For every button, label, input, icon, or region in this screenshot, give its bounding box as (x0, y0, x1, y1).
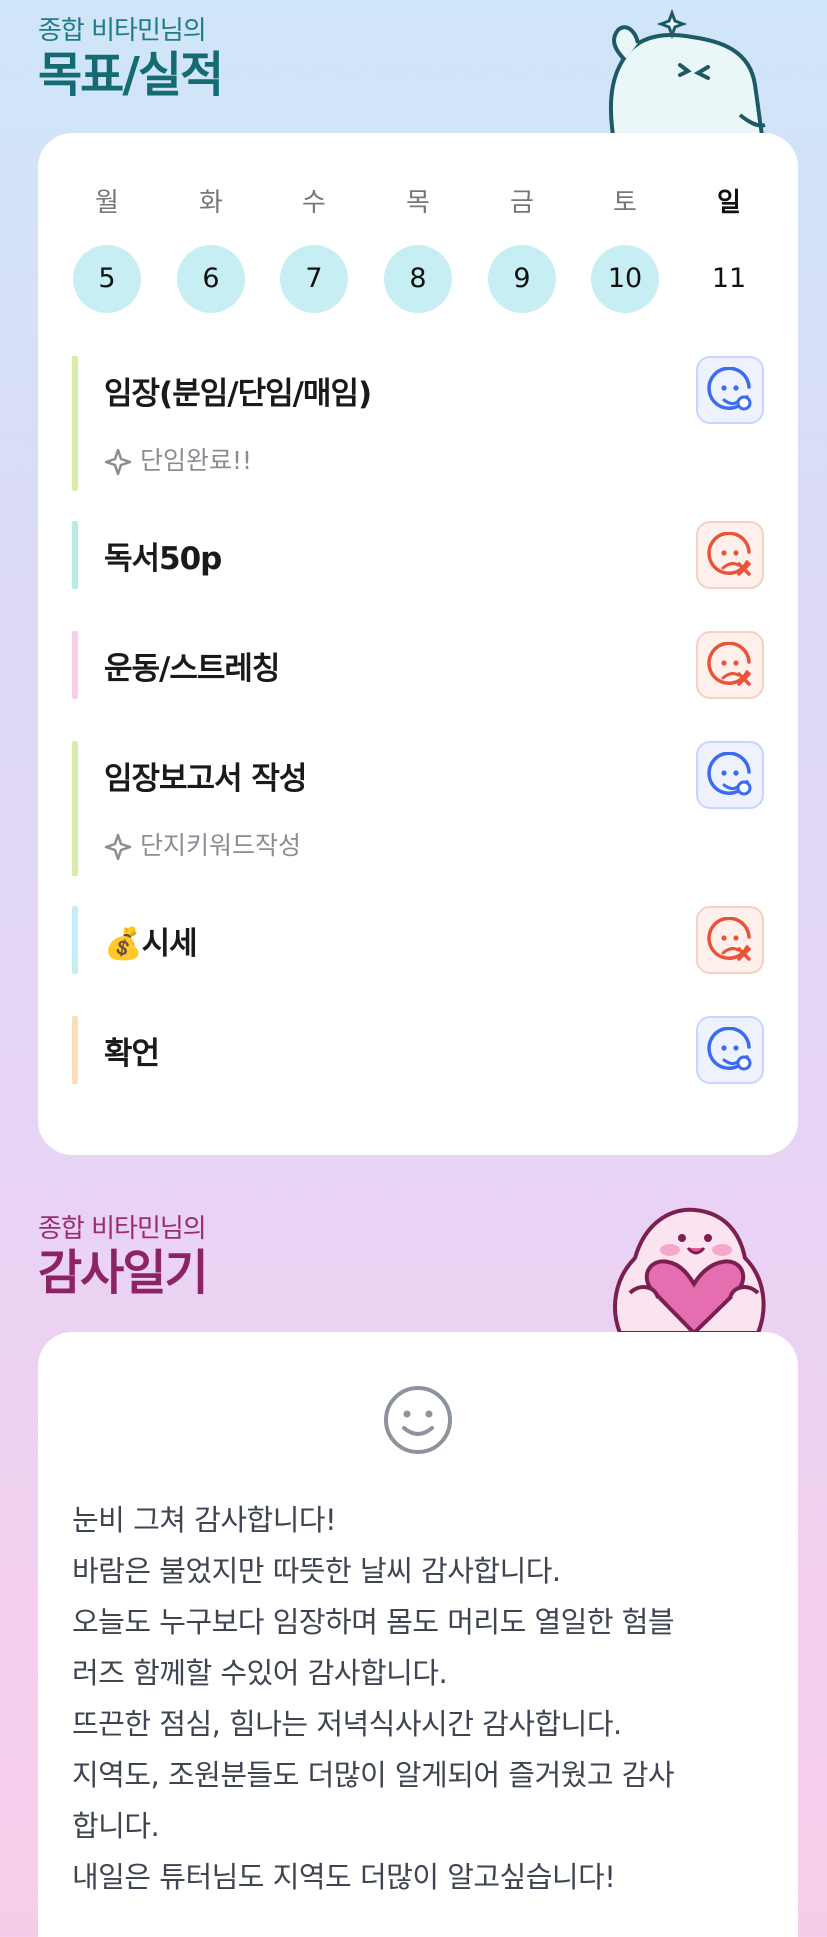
goal-title: 임장보고서 작성 (104, 761, 307, 797)
gratitude-line: 오늘도 누구보다 임장하며 몸도 머리도 열일한 험블 (72, 1605, 675, 1639)
goal-note: 단지키워드작성 (104, 826, 301, 862)
gratitude-header: 종합 비타민님의 감사일기 (38, 1208, 209, 1301)
smile-face-icon (707, 367, 752, 411)
gratitude-line: 내일은 튜터님도 지역도 더많이 알고싶습니다! (72, 1860, 616, 1894)
goal-title: 확언 (104, 1036, 160, 1072)
gratitude-line: 러즈 함께할 수있어 감사합니다. (72, 1656, 448, 1690)
goal-status-button[interactable] (696, 521, 764, 589)
day-8[interactable]: 목8 (383, 183, 453, 313)
goal-title: 임장(분임/단임/매임) (104, 376, 372, 412)
goals-subtitle: 종합 비타민님의 (38, 16, 207, 46)
goal-color-bar (72, 521, 78, 589)
goal-color-bar (72, 631, 78, 699)
day-label: 일 (717, 188, 741, 218)
goal-row[interactable]: 독서50p (72, 521, 764, 589)
gratitude-line: 눈비 그쳐 감사합니다! (72, 1503, 337, 1537)
day-10[interactable]: 토 10 (590, 183, 660, 313)
gratitude-line: 바람은 불었지만 따뜻한 날씨 감사합니다. (72, 1554, 561, 1588)
goal-status-button[interactable] (696, 741, 764, 809)
day-5[interactable]: 월5 (72, 183, 142, 313)
day-label: 토 (613, 188, 637, 218)
goal-color-bar (72, 1016, 78, 1084)
goal-row[interactable]: 확언 (72, 1016, 764, 1084)
goal-row[interactable]: 운동/스트레칭 (72, 631, 764, 699)
day-9[interactable]: 금9 (487, 183, 557, 313)
day-number: 5 (73, 245, 141, 313)
day-number: 7 (280, 245, 348, 313)
day-number: 9 (488, 245, 556, 313)
goal-note-text: 단지키워드작성 (140, 831, 302, 860)
day-label: 화 (199, 188, 223, 218)
sad-face-icon (707, 642, 751, 686)
sad-face-icon (707, 917, 751, 961)
smile-face-icon (707, 752, 752, 796)
day-label: 목 (406, 188, 430, 218)
goal-row[interactable]: 💰시세 (72, 906, 764, 974)
day-6[interactable]: 화6 (176, 183, 246, 313)
goal-note: 단임완료!! (104, 441, 252, 477)
gratitude-title: 감사일기 (38, 1245, 209, 1301)
day-number: 6 (177, 245, 245, 313)
day-label: 수 (302, 188, 326, 218)
sparkle-icon (104, 448, 132, 476)
goal-color-bar (72, 356, 78, 491)
gratitude-card: 눈비 그쳐 감사합니다! 바람은 불었지만 따뜻한 날씨 감사합니다. 오늘도 누구… (38, 1332, 798, 1937)
goal-row[interactable]: 임장(분임/단임/매임) 단임완료!! (72, 356, 764, 491)
goal-status-button[interactable] (696, 906, 764, 974)
goal-title: 독서50p (104, 541, 222, 577)
goal-color-bar (72, 741, 78, 876)
day-number: 11 (711, 263, 747, 294)
week-strip: 월 5 화 6 수 7 목 8 금 9 토 10 일 11 (72, 183, 764, 323)
goals-title: 목표/실적 (38, 47, 224, 103)
gratitude-subtitle: 종합 비타민님의 (38, 1214, 207, 1244)
day-number: 10 (591, 245, 659, 313)
smile-face-icon (707, 1027, 752, 1071)
gratitude-line: 뜨끈한 점심, 힘나는 저녁식사시간 감사합니다. (72, 1707, 622, 1741)
goal-note-text: 단임완료!! (140, 446, 253, 475)
mascot-ghost-icon (608, 8, 766, 135)
gratitude-line: 합니다. (72, 1809, 160, 1843)
day-label: 금 (510, 188, 534, 218)
goals-card: 월 5 화 6 수 7 목 8 금 9 토 10 일 11 임장(분임/단임/매임) 단임완료!! 독서50p… (38, 133, 798, 1155)
goal-title: 운동/스트레칭 (104, 651, 280, 687)
gratitude-text: 눈비 그쳐 감사합니다! 바람은 불었지만 따뜻한 날씨 감사합니다. 오늘도 누구… (72, 1495, 764, 1903)
goal-color-bar (72, 906, 78, 974)
goals-header: 종합 비타민님의 목표/실적 (38, 10, 224, 103)
day-11[interactable]: 일 11 (694, 183, 764, 313)
sparkle-icon (104, 833, 132, 861)
goal-status-button[interactable] (696, 631, 764, 699)
goal-status-button[interactable] (696, 356, 764, 424)
day-number: 8 (384, 245, 452, 313)
goal-row[interactable]: 임장보고서 작성단지키워드작성 (72, 741, 764, 876)
day-label: 월 (95, 188, 119, 218)
smiley-face-icon (384, 1386, 452, 1454)
gratitude-line: 지역도, 조원분들도 더많이 알게되어 즐거웠고 감사 (72, 1758, 675, 1792)
day-7[interactable]: 수7 (279, 183, 349, 313)
goal-status-button[interactable] (696, 1016, 764, 1084)
mascot-heart-icon (613, 1207, 766, 1333)
goal-title: 💰시세 (104, 926, 198, 962)
sad-face-icon (707, 532, 751, 576)
